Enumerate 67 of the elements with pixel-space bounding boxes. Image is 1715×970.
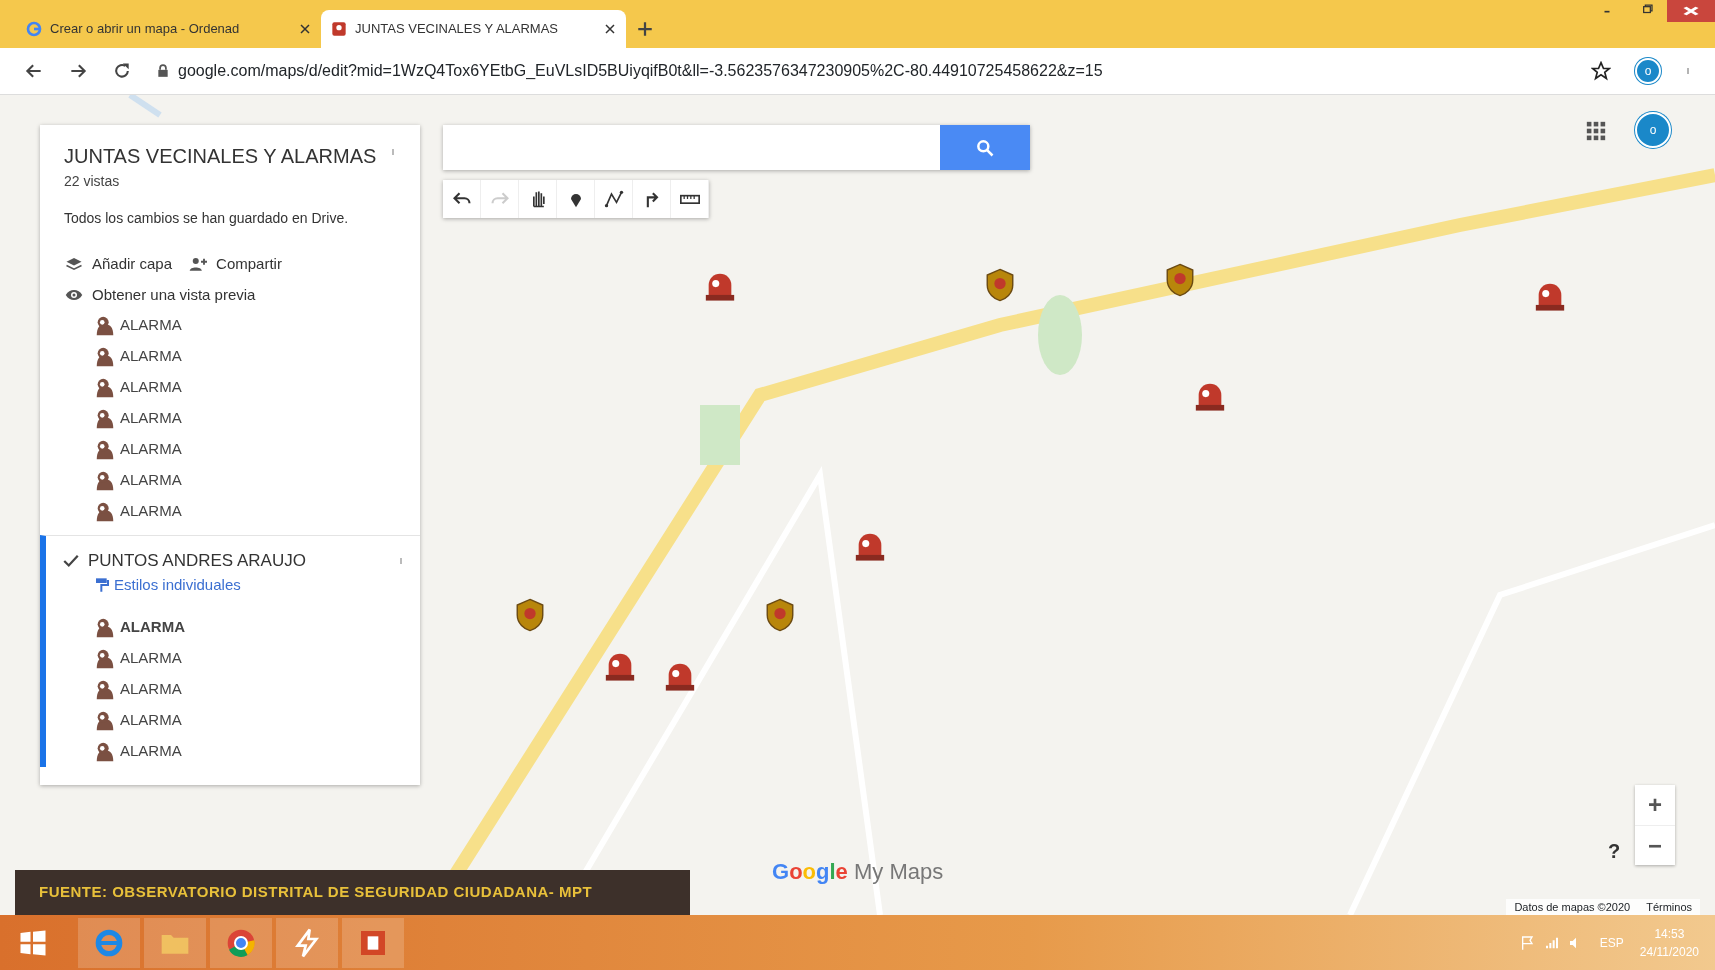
- zoom-out-button[interactable]: −: [1635, 825, 1675, 865]
- browser-tab[interactable]: Crear o abrir un mapa - Ordenad: [16, 10, 321, 48]
- google-icon: [26, 21, 42, 37]
- tool-button[interactable]: [443, 180, 481, 218]
- tool-button[interactable]: [519, 180, 557, 218]
- tool-button[interactable]: [557, 180, 595, 218]
- taskbar-app[interactable]: [210, 917, 272, 968]
- alarm-icon: [94, 345, 116, 368]
- alarm-icon: [94, 407, 116, 430]
- layer-item[interactable]: ALARMA: [46, 372, 420, 403]
- action-link[interactable]: Añadir capa: [64, 253, 173, 276]
- panel-title: JUNTAS VECINALES Y ALARMAS: [64, 144, 377, 169]
- alarm-icon: [94, 314, 116, 337]
- reload-icon[interactable]: [112, 61, 132, 81]
- search-icon: [975, 137, 995, 158]
- apps-grid-icon[interactable]: [1585, 120, 1607, 142]
- star-icon[interactable]: [1591, 61, 1611, 81]
- alarm-icon: [94, 647, 116, 670]
- save-status: Todos los cambios se han guardado en Drive.: [63, 209, 350, 228]
- alarm-icon: [94, 740, 116, 763]
- profile-avatar[interactable]: o: [1635, 58, 1661, 84]
- url-text[interactable]: google.com/maps/d/edit?mid=1WzQ4Tox6YEtbG_EuVLsID5BUiyqifB0t&ll=-3.5623576347230905%2C-80.44910725458622&z=15: [178, 59, 1103, 83]
- close-icon[interactable]: [299, 23, 311, 35]
- layer-item[interactable]: ALARMA: [46, 496, 420, 527]
- layer-item[interactable]: ALARMA: [46, 465, 420, 496]
- layer-item[interactable]: ALARMA: [46, 736, 420, 767]
- layer-item[interactable]: ALARMA: [46, 674, 420, 705]
- view-count: 22 vistas: [64, 172, 121, 191]
- alarm-icon: [94, 616, 116, 639]
- tool-button[interactable]: [671, 180, 709, 218]
- polyline-icon: [603, 189, 624, 209]
- browser-tab[interactable]: JUNTAS VECINALES Y ALARMAS: [321, 10, 626, 48]
- map-pin-icon: [331, 21, 347, 37]
- add-person-icon: [188, 255, 209, 274]
- zoom-in-button[interactable]: +: [1635, 785, 1675, 825]
- tool-button[interactable]: [633, 180, 671, 218]
- close-icon[interactable]: [604, 23, 616, 35]
- layer-title: PUNTOS ANDRES ARAUJO: [88, 550, 307, 572]
- paint-roller-icon: [94, 575, 110, 594]
- layer-item[interactable]: ALARMA: [46, 612, 420, 643]
- clock-time: 14:53: [1653, 925, 1686, 943]
- layer-item[interactable]: ALARMA: [46, 403, 420, 434]
- style-link[interactable]: Estilos individuales: [46, 573, 420, 596]
- terms-link[interactable]: Términos: [1646, 898, 1692, 915]
- layer-item[interactable]: ALARMA: [46, 310, 420, 341]
- alarm-icon: [94, 500, 116, 523]
- search-field[interactable]: [443, 125, 1030, 170]
- alarm-icon: [94, 469, 116, 492]
- lock-icon: [156, 64, 170, 78]
- alarm-icon: [94, 376, 116, 399]
- attribution-text: Datos de mapas ©2020: [1514, 899, 1631, 915]
- alarm-icon: [94, 709, 116, 732]
- layer-item[interactable]: ALARMA: [46, 434, 420, 465]
- taskbar-app[interactable]: [342, 917, 404, 968]
- alarm-icon: [94, 438, 116, 461]
- new-tab-icon[interactable]: [636, 20, 654, 38]
- clock-date: 24/11/2020: [1639, 943, 1699, 961]
- alarm-icon: [94, 678, 116, 701]
- layer-item[interactable]: ALARMA: [46, 643, 420, 674]
- map-logo: Google My Maps: [772, 858, 944, 886]
- layer-item[interactable]: ALARMA: [46, 341, 420, 372]
- caption-banner: FUENTE: OBSERVATORIO DISTRITAL DE SEGURIDAD CIUDADANA- MPT: [15, 870, 690, 915]
- layer-item[interactable]: ALARMA: [46, 705, 420, 736]
- action-link[interactable]: Obtener una vista previa: [64, 283, 256, 306]
- tool-button[interactable]: [595, 180, 633, 218]
- action-link[interactable]: Compartir: [188, 253, 282, 276]
- help-button[interactable]: ?: [1600, 835, 1628, 865]
